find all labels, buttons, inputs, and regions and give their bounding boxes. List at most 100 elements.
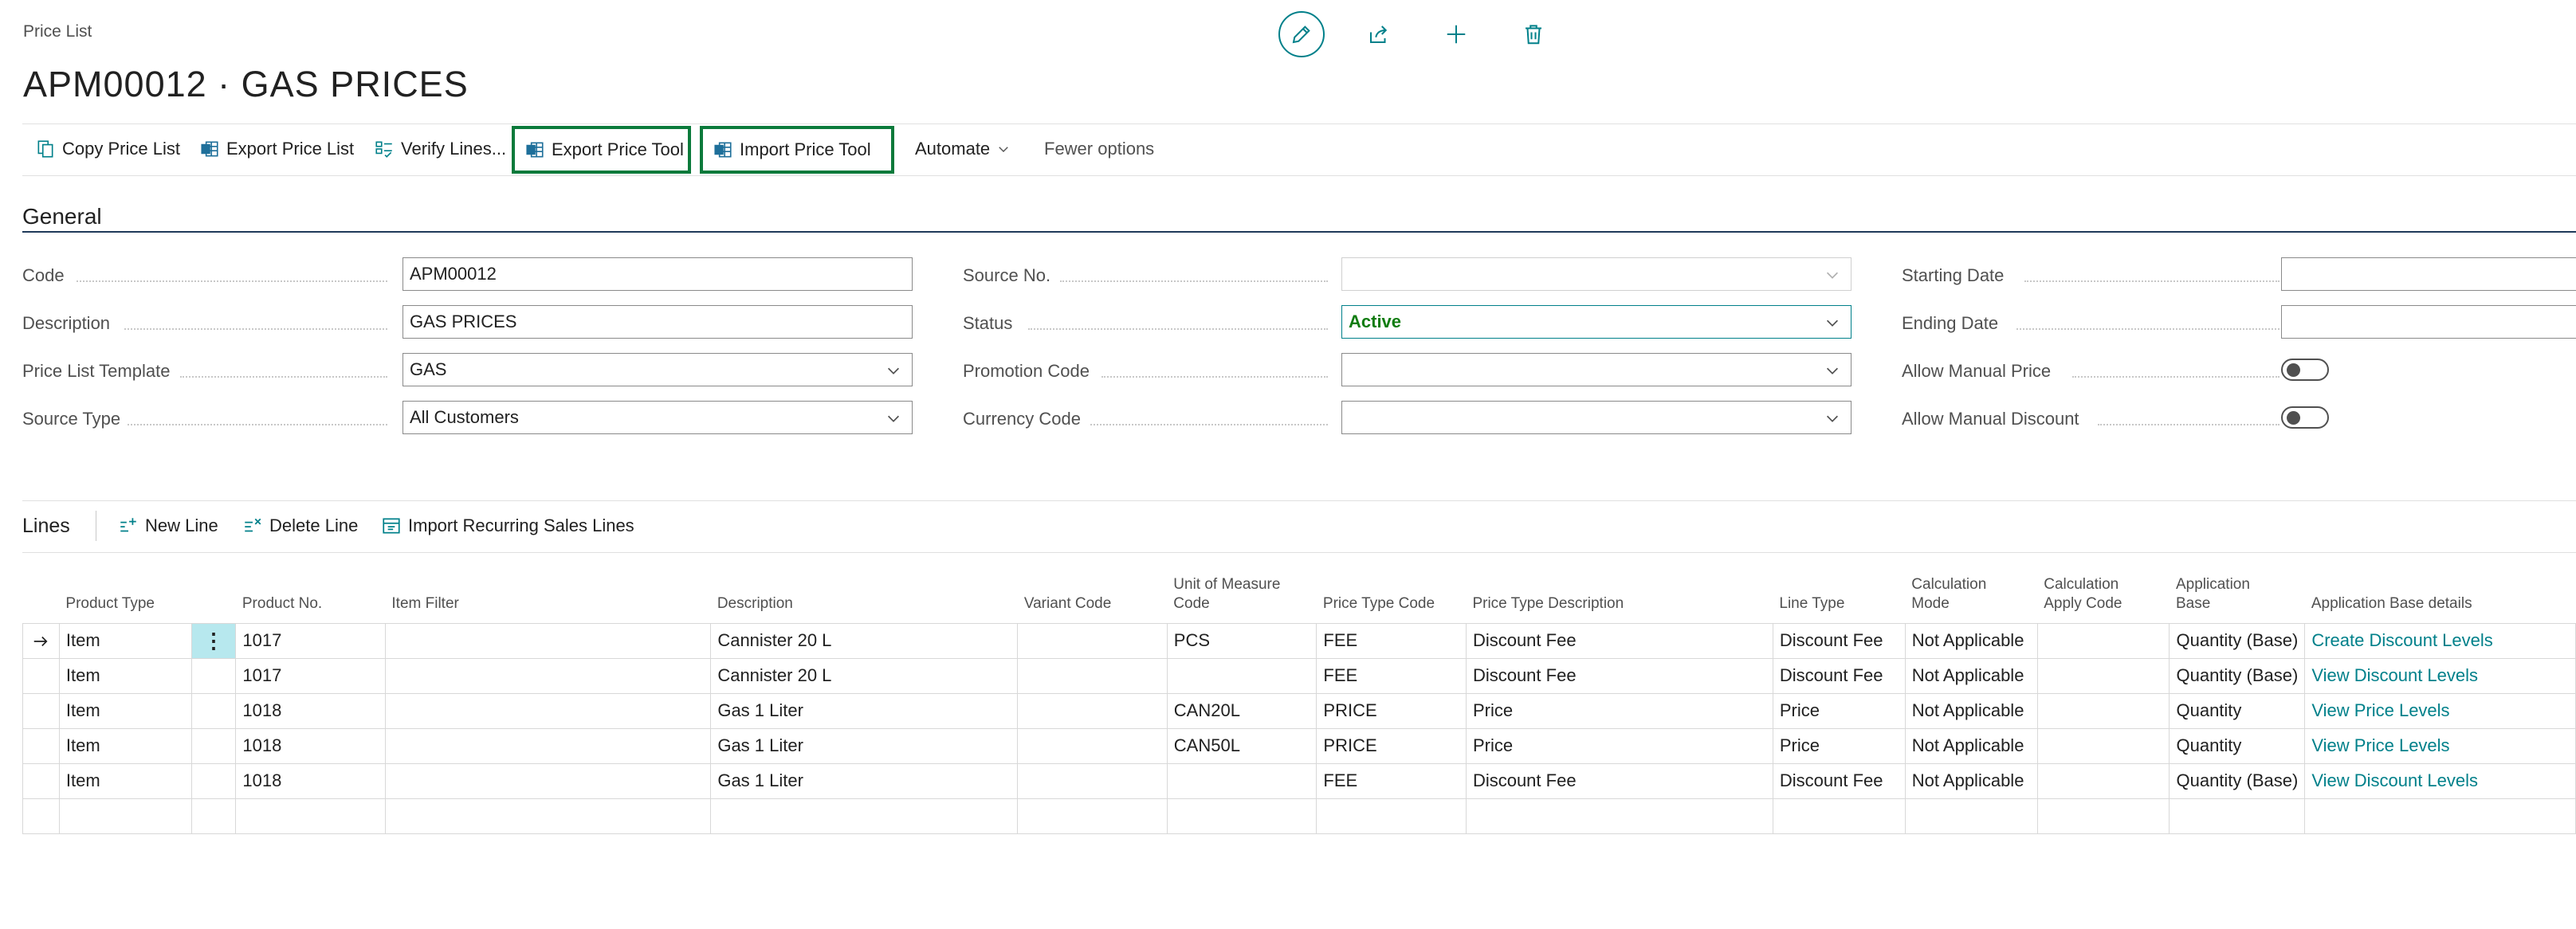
cell-product-type[interactable]: Item — [58, 762, 192, 799]
delete-line-button[interactable]: Delete Line — [242, 508, 358, 544]
table-row[interactable]: Item 1018 Gas 1 Liter FEE Discount Fee D… — [22, 762, 2576, 799]
empty-cell[interactable] — [2304, 798, 2576, 834]
source-no-select[interactable] — [1341, 257, 1852, 291]
column-header-application-base[interactable]: Application Base — [2169, 570, 2305, 624]
cell-calculation-apply-code[interactable] — [2036, 762, 2170, 799]
empty-cell[interactable] — [2036, 798, 2170, 834]
cell-price-type-code[interactable]: FEE — [1316, 657, 1467, 694]
fewer-options-button[interactable]: Fewer options — [1035, 129, 1164, 169]
cell-calculation-mode[interactable]: Not Applicable — [1904, 657, 2038, 694]
allow-manual-discount-toggle[interactable] — [2281, 406, 2329, 429]
add-icon[interactable] — [1433, 11, 1479, 57]
empty-cell[interactable] — [1904, 798, 2038, 834]
cell-variant-code[interactable] — [1017, 727, 1168, 764]
cell-product-type[interactable]: Item — [58, 692, 192, 729]
cell-description[interactable]: Gas 1 Liter — [710, 762, 1019, 799]
cell-product-type[interactable]: Item — [58, 657, 192, 694]
empty-cell[interactable] — [384, 798, 712, 834]
column-header-product-type[interactable]: Product Type — [59, 570, 192, 624]
column-header-application-base-details[interactable]: Application Base details — [2304, 570, 2576, 624]
column-header-calculation-apply-code[interactable]: Calculation Apply Code — [2037, 570, 2170, 624]
cell-application-base[interactable]: Quantity (Base) — [2169, 622, 2306, 659]
cell-price-type-description[interactable]: Price — [1465, 692, 1773, 729]
cell-price-type-description[interactable]: Discount Fee — [1465, 657, 1773, 694]
copy-price-list-button[interactable]: Copy Price List — [26, 129, 190, 169]
cell-price-type-description[interactable]: Discount Fee — [1465, 622, 1773, 659]
export-price-tool-button[interactable]: Export Price Tool — [512, 126, 691, 174]
cell-line-type[interactable]: Discount Fee — [1772, 762, 1906, 799]
source-type-select[interactable]: All Customers — [402, 401, 913, 434]
code-input[interactable]: APM00012 — [402, 257, 913, 291]
cell-description[interactable]: Gas 1 Liter — [710, 692, 1019, 729]
cell-calculation-mode[interactable]: Not Applicable — [1904, 727, 2038, 764]
column-header-price-type-description[interactable]: Price Type Description — [1466, 570, 1773, 624]
automate-menu-button[interactable]: Automate — [905, 129, 1020, 169]
empty-cell[interactable] — [58, 798, 192, 834]
cell-product-no[interactable]: 1018 — [235, 762, 386, 799]
cell-application-base[interactable]: Quantity — [2169, 727, 2306, 764]
cell-item-filter[interactable] — [384, 762, 712, 799]
table-row[interactable]: Item 1017 Cannister 20 L FEE Discount Fe… — [22, 657, 2576, 694]
new-line-button[interactable]: New Line — [118, 508, 218, 544]
cell-calculation-apply-code[interactable] — [2036, 727, 2170, 764]
cell-item-filter[interactable] — [384, 692, 712, 729]
cell-application-base-details-link[interactable]: View Discount Levels — [2304, 762, 2576, 799]
cell-application-base-details-link[interactable]: View Price Levels — [2304, 692, 2576, 729]
cell-item-filter[interactable] — [384, 657, 712, 694]
currency-code-select[interactable] — [1341, 401, 1852, 434]
cell-application-base-details-link[interactable]: View Discount Levels — [2304, 657, 2576, 694]
cell-uom-code[interactable] — [1166, 657, 1317, 694]
column-header-uom-code[interactable]: Unit of Measure Code — [1167, 570, 1317, 624]
cell-uom-code[interactable]: CAN50L — [1166, 727, 1317, 764]
cell-application-base[interactable]: Quantity — [2169, 692, 2306, 729]
allow-manual-price-toggle[interactable] — [2281, 359, 2329, 381]
cell-uom-code[interactable]: CAN20L — [1166, 692, 1317, 729]
empty-cell[interactable] — [1017, 798, 1168, 834]
cell-application-base[interactable]: Quantity (Base) — [2169, 657, 2306, 694]
cell-application-base[interactable]: Quantity (Base) — [2169, 762, 2306, 799]
column-header-variant-code[interactable]: Variant Code — [1017, 570, 1168, 624]
cell-description[interactable]: Gas 1 Liter — [710, 727, 1019, 764]
cell-calculation-apply-code[interactable] — [2036, 692, 2170, 729]
cell-variant-code[interactable] — [1017, 657, 1168, 694]
cell-product-no[interactable]: 1017 — [235, 622, 386, 659]
column-header-calculation-mode[interactable]: Calculation Mode — [1905, 570, 2038, 624]
empty-cell[interactable] — [2169, 798, 2306, 834]
empty-cell[interactable] — [1166, 798, 1317, 834]
cell-application-base-details-link[interactable]: View Price Levels — [2304, 727, 2576, 764]
empty-cell[interactable] — [1465, 798, 1773, 834]
cell-description[interactable]: Cannister 20 L — [710, 657, 1019, 694]
cell-calculation-apply-code[interactable] — [2036, 622, 2170, 659]
column-header-product-no[interactable]: Product No. — [235, 570, 386, 624]
cell-product-type[interactable]: Item — [58, 622, 192, 659]
export-price-list-button[interactable]: Export Price List — [190, 129, 363, 169]
table-row[interactable]: Item 1018 Gas 1 Liter CAN50L PRICE Price… — [22, 727, 2576, 764]
price-list-template-select[interactable]: GAS — [402, 353, 913, 386]
cell-application-base-details-link[interactable]: Create Discount Levels — [2304, 622, 2576, 659]
cell-price-type-description[interactable]: Discount Fee — [1465, 762, 1773, 799]
cell-product-no[interactable]: 1018 — [235, 692, 386, 729]
empty-cell[interactable] — [235, 798, 386, 834]
cell-line-type[interactable]: Discount Fee — [1772, 622, 1906, 659]
cell-calculation-mode[interactable]: Not Applicable — [1904, 762, 2038, 799]
ending-date-input[interactable] — [2281, 305, 2576, 339]
starting-date-input[interactable] — [2281, 257, 2576, 291]
cell-price-type-code[interactable]: PRICE — [1316, 692, 1467, 729]
verify-lines-button[interactable]: Verify Lines... — [364, 129, 516, 169]
cell-price-type-code[interactable]: PRICE — [1316, 727, 1467, 764]
cell-product-no[interactable]: 1017 — [235, 657, 386, 694]
description-input[interactable]: GAS PRICES — [402, 305, 913, 339]
promotion-code-select[interactable] — [1341, 353, 1852, 386]
cell-price-type-code[interactable]: FEE — [1316, 622, 1467, 659]
cell-item-filter[interactable] — [384, 622, 712, 659]
edit-icon[interactable] — [1278, 11, 1325, 57]
empty-cell[interactable] — [1772, 798, 1906, 834]
column-header-price-type-code[interactable]: Price Type Code — [1316, 570, 1467, 624]
cell-variant-code[interactable] — [1017, 692, 1168, 729]
cell-variant-code[interactable] — [1017, 762, 1168, 799]
delete-icon[interactable] — [1510, 11, 1557, 57]
column-header-item-filter[interactable]: Item Filter — [385, 570, 711, 624]
cell-description[interactable]: Cannister 20 L — [710, 622, 1019, 659]
cell-uom-code[interactable]: PCS — [1166, 622, 1317, 659]
import-price-tool-button[interactable]: Import Price Tool — [700, 126, 894, 174]
